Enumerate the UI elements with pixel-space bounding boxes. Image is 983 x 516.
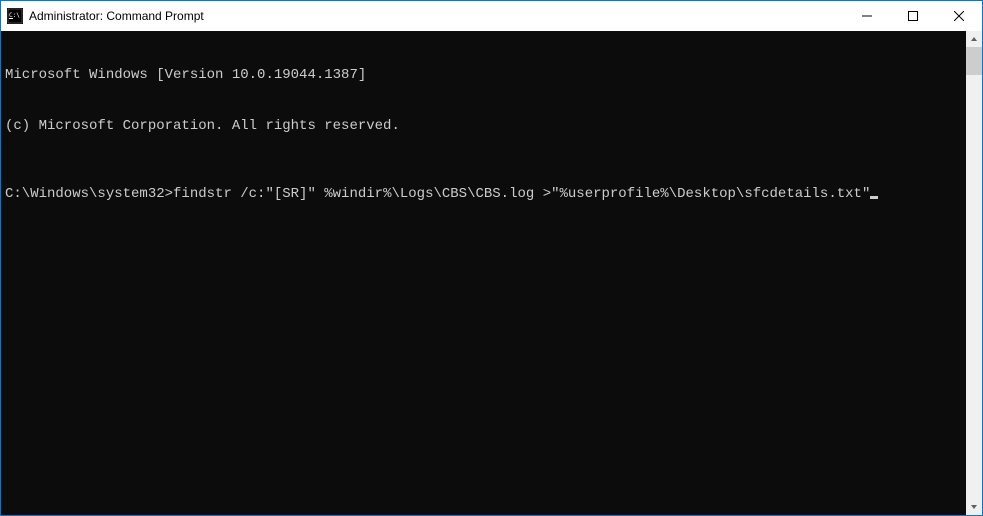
vertical-scrollbar[interactable] xyxy=(966,31,982,515)
window-controls xyxy=(844,1,982,31)
titlebar[interactable]: C:\ Administrator: Command Prompt xyxy=(1,1,982,31)
close-button[interactable] xyxy=(936,1,982,31)
copyright-line: (c) Microsoft Corporation. All rights re… xyxy=(5,118,962,135)
scroll-down-button[interactable] xyxy=(966,499,982,515)
version-line: Microsoft Windows [Version 10.0.19044.13… xyxy=(5,67,962,84)
svg-text:C:\: C:\ xyxy=(9,12,20,19)
cursor xyxy=(870,196,878,199)
app-icon: C:\ xyxy=(7,8,23,24)
terminal-output[interactable]: Microsoft Windows [Version 10.0.19044.13… xyxy=(1,31,966,515)
scroll-track[interactable] xyxy=(966,47,982,499)
scroll-thumb[interactable] xyxy=(966,47,982,75)
scroll-up-button[interactable] xyxy=(966,31,982,47)
minimize-button[interactable] xyxy=(844,1,890,31)
command-prompt-window: C:\ Administrator: Command Prompt Micros… xyxy=(0,0,983,516)
prompt-line: C:\Windows\system32>findstr /c:"[SR]" %w… xyxy=(5,186,962,203)
command-text: findstr /c:"[SR]" %windir%\Logs\CBS\CBS.… xyxy=(173,186,870,202)
maximize-button[interactable] xyxy=(890,1,936,31)
client-area: Microsoft Windows [Version 10.0.19044.13… xyxy=(1,31,982,515)
window-title: Administrator: Command Prompt xyxy=(29,9,844,23)
prompt-text: C:\Windows\system32> xyxy=(5,186,173,202)
